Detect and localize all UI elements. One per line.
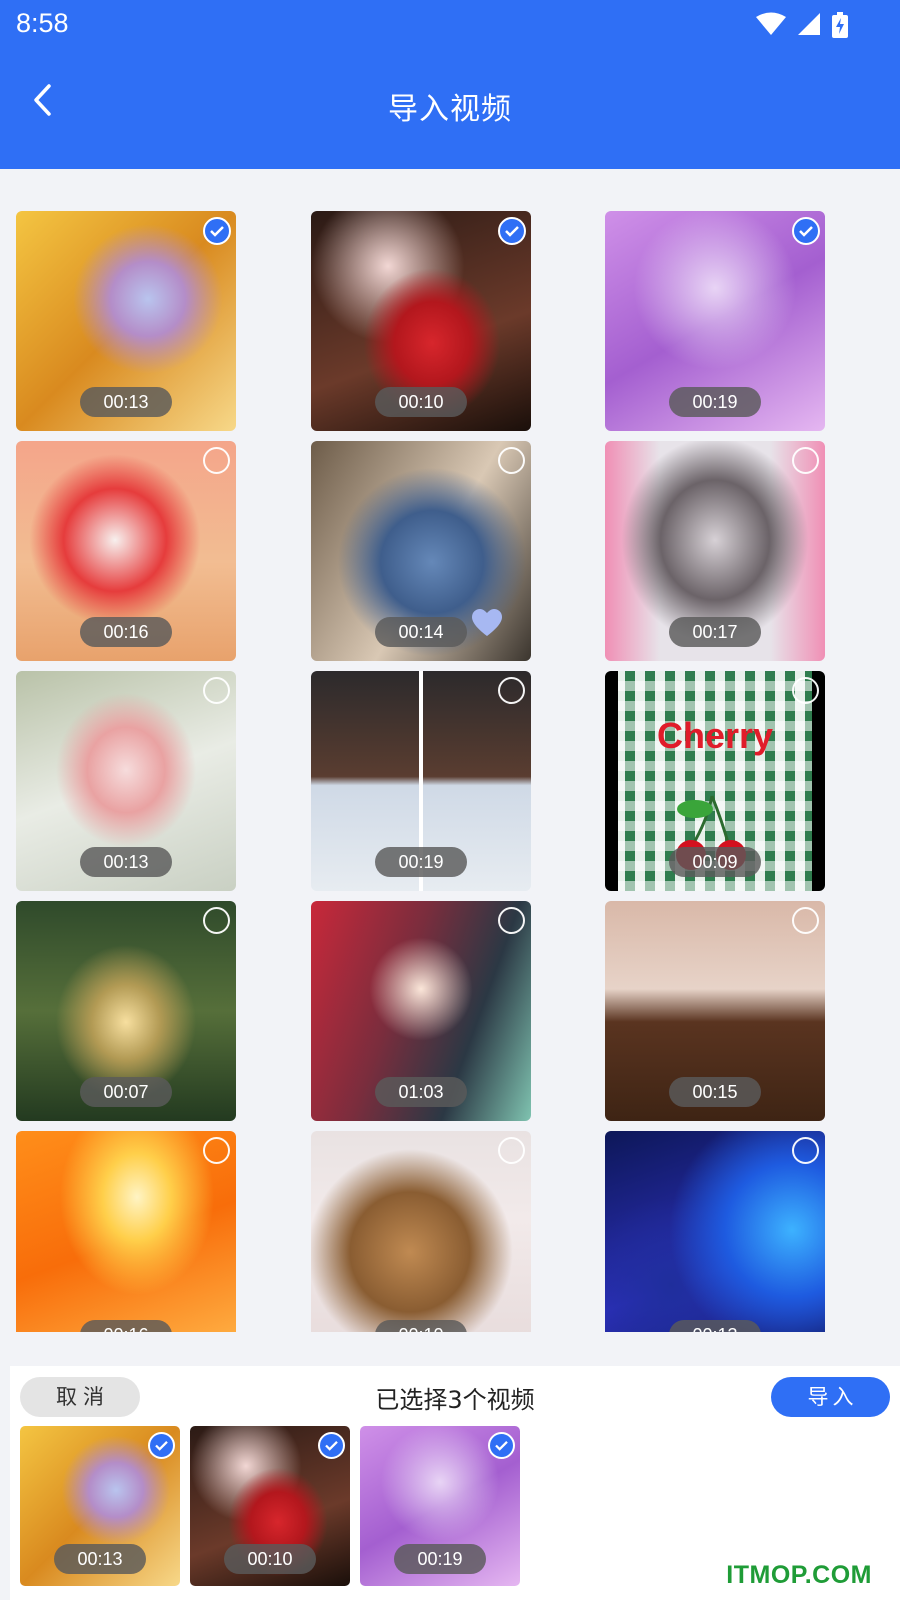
video-duration: 00:17 xyxy=(669,617,761,647)
video-tile[interactable]: 01:03 xyxy=(311,901,531,1121)
video-tile[interactable]: 00:19 xyxy=(605,211,825,431)
watermark: ITMOP.COM xyxy=(726,1561,872,1589)
import-button[interactable]: 导入 xyxy=(771,1377,890,1417)
video-duration: 00:19 xyxy=(394,1544,486,1574)
check-icon[interactable] xyxy=(203,217,231,245)
selected-video-thumb[interactable]: 00:19 xyxy=(360,1426,520,1586)
select-circle-icon[interactable] xyxy=(203,907,230,934)
select-circle-icon[interactable] xyxy=(203,447,230,474)
video-tile[interactable]: 00:17 xyxy=(605,441,825,661)
selection-panel: 取消 已选择3个视频 导入 00:13 00:10 00:19 ITMOP.CO… xyxy=(10,1366,900,1600)
video-duration: 00:13 xyxy=(54,1544,146,1574)
select-circle-icon[interactable] xyxy=(203,1137,230,1164)
check-icon[interactable] xyxy=(148,1432,175,1459)
video-tile[interactable]: 00:07 xyxy=(16,901,236,1121)
select-circle-icon[interactable] xyxy=(792,447,819,474)
video-duration: 00:09 xyxy=(669,847,761,877)
check-icon[interactable] xyxy=(318,1432,345,1459)
select-circle-icon[interactable] xyxy=(498,1137,525,1164)
video-tile[interactable]: 00:16 xyxy=(16,1131,236,1332)
video-duration: 01:03 xyxy=(375,1077,467,1107)
selected-count-text: 已选择3个视频 xyxy=(375,1386,535,1414)
video-duration: 00:14 xyxy=(375,617,467,647)
selected-video-thumb[interactable]: 00:13 xyxy=(20,1426,180,1586)
heart-icon xyxy=(471,609,503,641)
video-duration: 00:13 xyxy=(80,387,172,417)
video-tile[interactable]: 00:10 xyxy=(311,211,531,431)
select-circle-icon[interactable] xyxy=(498,907,525,934)
video-duration: 00:15 xyxy=(669,1077,761,1107)
video-duration: 00:10 xyxy=(375,1320,467,1332)
video-tile[interactable]: 00:14 xyxy=(311,441,531,661)
video-tile[interactable]: 00:10 xyxy=(311,1131,531,1332)
wifi-icon xyxy=(756,12,786,40)
video-duration: 00:16 xyxy=(80,1320,172,1332)
overlay-text: Cherry xyxy=(656,715,774,756)
status-time: 8:58 xyxy=(16,8,69,38)
video-duration: 00:19 xyxy=(669,387,761,417)
select-circle-icon[interactable] xyxy=(792,907,819,934)
signal-icon xyxy=(796,12,822,40)
video-duration: 00:13 xyxy=(80,847,172,877)
video-tile[interactable]: 00:16 xyxy=(16,441,236,661)
video-duration: 00:10 xyxy=(375,387,467,417)
video-tile[interactable]: 00:13 xyxy=(605,1131,825,1332)
app-header: 8:58 导入视频 xyxy=(0,0,900,169)
status-icons xyxy=(756,12,848,42)
video-tile[interactable]: 00:19 xyxy=(311,671,531,891)
battery-charging-icon xyxy=(832,12,848,42)
video-duration: 00:19 xyxy=(375,847,467,877)
video-tile[interactable]: Cherry 00:09 xyxy=(605,671,825,891)
selected-video-thumb[interactable]: 00:10 xyxy=(190,1426,350,1586)
select-circle-icon[interactable] xyxy=(203,677,230,704)
video-tile[interactable]: 00:13 xyxy=(16,211,236,431)
select-circle-icon[interactable] xyxy=(792,677,819,704)
check-icon[interactable] xyxy=(488,1432,515,1459)
check-icon[interactable] xyxy=(792,217,820,245)
select-circle-icon[interactable] xyxy=(498,447,525,474)
video-grid: 00:13 00:10 00:19 00:16 00:14 00:17 00:1… xyxy=(0,169,900,1332)
select-circle-icon[interactable] xyxy=(498,677,525,704)
video-tile[interactable]: 00:15 xyxy=(605,901,825,1121)
select-circle-icon[interactable] xyxy=(792,1137,819,1164)
video-duration: 00:10 xyxy=(224,1544,316,1574)
video-duration: 00:13 xyxy=(669,1320,761,1332)
video-duration: 00:07 xyxy=(80,1077,172,1107)
video-duration: 00:16 xyxy=(80,617,172,647)
video-tile[interactable]: 00:13 xyxy=(16,671,236,891)
page-title: 导入视频 xyxy=(388,92,512,127)
check-icon[interactable] xyxy=(498,217,526,245)
